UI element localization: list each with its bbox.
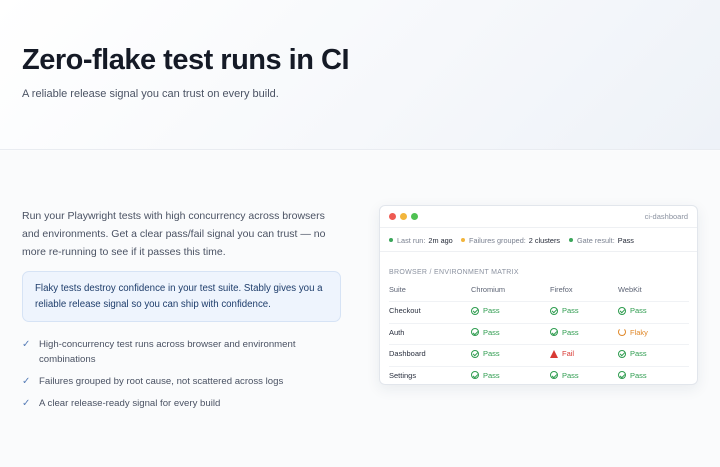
pass-icon (471, 371, 479, 379)
status-cell-webkit: Pass (618, 306, 647, 317)
pass-status: Pass (471, 306, 500, 315)
content-section: Run your Playwright tests with high conc… (0, 151, 720, 467)
maximize-window-dot (411, 213, 418, 220)
status-cell-chromium: Pass (471, 349, 500, 360)
feature-item: ✓ A clear release-ready signal for every … (22, 396, 322, 411)
fail-status: Fail (550, 349, 574, 358)
stats-bar: Last run: 2m ago Failures grouped: 2 clust… (380, 228, 697, 252)
suite-name: Dashboard (389, 349, 426, 358)
suite-name: Checkout (389, 306, 421, 315)
feature-item: ✓ High-concurrency test runs across brows… (22, 337, 322, 367)
column-header-firefox: Firefox (550, 285, 573, 294)
pass-status: Pass (471, 349, 500, 358)
stat-value: 2m ago (428, 236, 453, 245)
status-cell-firefox: Pass (550, 328, 579, 339)
hero-section: Zero-flake test runs in CI A reliable re… (0, 0, 720, 150)
status-dot (461, 238, 465, 242)
stat-value: Pass (617, 236, 634, 245)
stat-label: Last run: (397, 236, 426, 245)
pass-icon (471, 328, 479, 336)
pass-status: Pass (550, 306, 579, 315)
row-divider (389, 322, 689, 324)
status-label: Pass (562, 306, 579, 315)
check-icon: ✓ (22, 376, 31, 387)
status-label: Pass (630, 349, 647, 358)
minimize-window-dot (400, 213, 407, 220)
stat-label: Gate result: (577, 236, 615, 245)
pass-status: Pass (618, 371, 647, 380)
status-cell-webkit: Flaky (618, 328, 648, 339)
pass-icon (618, 349, 626, 358)
status-cell-chromium: Pass (471, 371, 500, 382)
feature-text: Failures grouped by root cause, not scat… (39, 376, 284, 387)
status-dot (389, 238, 393, 242)
column-header-suite: Suite (389, 285, 406, 294)
feature-item: ✓ Failures grouped by root cause, not sca… (22, 374, 322, 389)
suite-name: Auth (389, 327, 405, 337)
feature-list: ✓ High-concurrency test runs across brows… (22, 337, 322, 418)
pass-icon (618, 306, 626, 315)
status-label: Pass (483, 327, 500, 337)
status-cell-chromium: Pass (471, 306, 500, 317)
flaky-status: Flaky (618, 328, 648, 337)
matrix-title: BROWSER / ENVIRONMENT MATRIX (389, 269, 519, 276)
suite-name: Settings (389, 370, 417, 380)
feature-text: A clear release-ready signal for every b… (39, 398, 221, 409)
status-label: Pass (483, 306, 500, 315)
pass-icon (618, 371, 626, 379)
status-label: Pass (562, 370, 579, 380)
status-cell-chromium: Pass (471, 328, 500, 339)
status-cell-webkit: Pass (618, 371, 647, 382)
pass-icon (550, 371, 558, 379)
status-label: Pass (630, 306, 647, 315)
status-dot (569, 238, 573, 242)
pass-status: Pass (471, 328, 500, 337)
column-header-chromium: Chromium (471, 285, 506, 294)
pass-icon (471, 349, 479, 358)
pass-status: Pass (618, 349, 647, 358)
page-title: Zero-flake test runs in CI (22, 44, 350, 76)
status-label: Pass (483, 349, 500, 358)
fail-icon (550, 349, 558, 358)
stat-gate-result: Gate result: Pass (569, 236, 634, 245)
status-cell-firefox: Fail (550, 349, 574, 360)
pass-icon (550, 328, 558, 336)
check-icon: ✓ (22, 398, 31, 409)
pass-icon (550, 306, 558, 315)
status-label: Flaky (630, 327, 648, 337)
pass-status: Pass (471, 371, 500, 380)
close-window-dot (389, 213, 396, 220)
check-icon: ✓ (22, 339, 31, 350)
status-label: Pass (483, 370, 500, 380)
row-divider (389, 301, 689, 302)
pass-status: Pass (550, 328, 579, 337)
page-subtitle: A reliable release signal you can trust … (22, 88, 279, 100)
window-titlebar: ci-dashboard (380, 206, 697, 228)
status-label: Pass (562, 327, 579, 337)
stat-failures-grouped: Failures grouped: 2 clusters (461, 236, 560, 245)
status-cell-webkit: Pass (618, 349, 647, 360)
row-divider (389, 365, 689, 367)
row-divider (389, 344, 689, 345)
column-header-webkit: WebKit (618, 285, 642, 294)
callout-box: Flaky tests destroy confidence in your t… (22, 271, 341, 322)
ci-dashboard-preview: ci-dashboard Last run: 2m ago Failures gr… (379, 205, 698, 385)
status-cell-firefox: Pass (550, 306, 579, 317)
feature-text: High-concurrency test runs across browse… (39, 339, 296, 365)
pass-icon (471, 306, 479, 315)
status-label: Pass (630, 370, 647, 380)
stat-label: Failures grouped: (469, 236, 526, 245)
status-label: Fail (562, 349, 575, 358)
pass-status: Pass (618, 306, 647, 315)
intro-paragraph: Run your Playwright tests with high conc… (22, 210, 326, 258)
pass-status: Pass (550, 371, 579, 380)
status-cell-firefox: Pass (550, 371, 579, 382)
stat-last-run: Last run: 2m ago (389, 236, 453, 245)
window-title: ci-dashboard (644, 212, 688, 221)
flaky-icon (618, 328, 626, 336)
stat-value: 2 clusters (528, 236, 561, 245)
